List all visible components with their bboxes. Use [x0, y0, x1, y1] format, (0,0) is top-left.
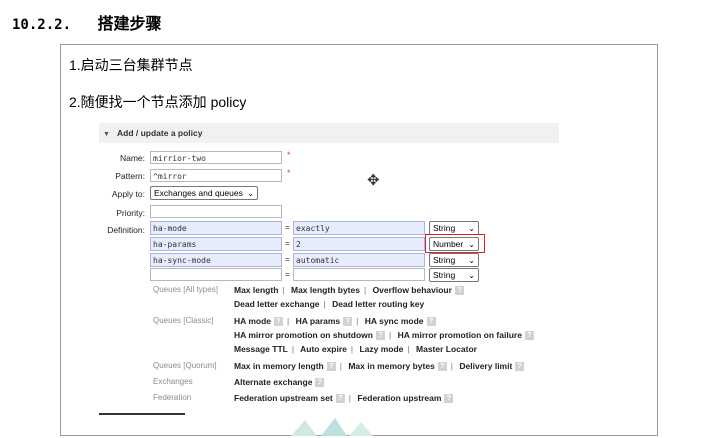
help-icon[interactable]: ?: [274, 317, 283, 327]
category-label: Queues [Quorum]: [153, 361, 217, 370]
divider: [99, 413, 185, 415]
definition-label: Definition:: [107, 225, 145, 235]
step-1-text: 1.启动三台集群节点: [69, 57, 193, 73]
option-link[interactable]: Alternate exchange?: [234, 377, 325, 388]
definition-key-input[interactable]: [150, 268, 282, 281]
screenshot-frame: 1.启动三台集群节点 2.随便找一个节点添加 policy ▼ Add / up…: [60, 44, 658, 436]
definition-key-input[interactable]: ha-mode: [150, 221, 282, 235]
priority-label: Priority:: [116, 208, 145, 218]
number-type-highlight: [425, 234, 485, 253]
equals-sign: =: [285, 223, 290, 232]
option-link[interactable]: Max length bytes: [291, 285, 360, 295]
chevron-down-icon: ⌄: [468, 256, 475, 265]
option-link[interactable]: HA mode?: [234, 316, 283, 327]
section-number: 10.2.2.: [12, 17, 72, 33]
help-icon[interactable]: ?: [515, 362, 525, 372]
category-label: Exchanges: [153, 377, 193, 386]
option-line: Federation upstream set? | Federation ups…: [234, 393, 454, 404]
help-icon[interactable]: ?: [315, 378, 325, 388]
equals-sign: =: [285, 255, 290, 264]
definition-type-value: String: [433, 270, 456, 280]
option-link[interactable]: Dead letter routing key: [332, 299, 424, 309]
name-required-mark: *: [287, 150, 291, 160]
option-line: HA mirror promotion on shutdown? | HA mir…: [234, 330, 534, 341]
category-label: Federation: [153, 393, 192, 402]
option-line: Max in memory length? | Max in memory byt…: [234, 361, 525, 372]
definition-value-input[interactable]: automatic: [293, 253, 425, 267]
definition-type-value: String: [433, 223, 456, 233]
option-link[interactable]: Federation upstream?: [357, 393, 454, 404]
equals-sign: =: [285, 239, 290, 248]
step-2-text: 2.随便找一个节点添加 policy: [69, 94, 247, 110]
option-line: Message TTL | Auto expire | Lazy mode | Mas…: [234, 344, 477, 354]
option-link[interactable]: Master Locator: [416, 344, 477, 354]
name-label: Name:: [119, 153, 145, 163]
option-link[interactable]: HA params?: [296, 316, 353, 327]
equals-sign: =: [285, 270, 290, 279]
section-heading: 10.2.2. 搭建步骤: [12, 10, 161, 34]
option-link[interactable]: HA mirror promotion on failure?: [398, 330, 534, 341]
help-icon[interactable]: ?: [437, 362, 447, 372]
name-input[interactable]: mirrior-two: [150, 151, 282, 164]
triangle-down-icon: ▼: [103, 131, 110, 138]
policy-panel-title: Add / update a policy: [116, 128, 203, 138]
apply-to-label: Apply to:: [111, 189, 145, 199]
section-title: 搭建步骤: [97, 16, 162, 33]
definition-key-input[interactable]: ha-params: [150, 237, 282, 251]
watermark-logo-fragment: [291, 418, 373, 436]
help-icon[interactable]: ?: [444, 394, 454, 404]
apply-to-select[interactable]: Exchanges and queues ⌄: [150, 186, 258, 200]
help-icon[interactable]: ?: [375, 331, 385, 341]
option-link[interactable]: Auto expire: [300, 344, 347, 354]
category-label: Queues [Classic]: [153, 316, 214, 325]
help-icon[interactable]: ?: [524, 331, 534, 341]
option-link[interactable]: Federation upstream set?: [234, 393, 345, 404]
option-line: Dead letter exchange | Dead letter routin…: [234, 299, 425, 309]
help-icon[interactable]: ?: [454, 286, 464, 296]
option-link[interactable]: Dead letter exchange: [234, 299, 320, 309]
apply-to-value: Exchanges and queues: [154, 188, 243, 198]
definition-value-input[interactable]: exactly: [293, 221, 425, 235]
policy-panel-header[interactable]: ▼ Add / update a policy: [99, 123, 559, 143]
option-line: Max length | Max length bytes | Overflow b…: [234, 285, 464, 296]
priority-input[interactable]: [150, 205, 282, 218]
option-link[interactable]: HA sync mode?: [365, 316, 436, 327]
definition-type-select[interactable]: String ⌄: [429, 221, 479, 235]
pattern-label: Pattern:: [115, 171, 145, 181]
option-line: HA mode? | HA params? | HA sync mode?: [234, 316, 436, 327]
definition-type-value: String: [433, 255, 456, 265]
option-link[interactable]: Overflow behaviour?: [373, 285, 464, 296]
definition-type-select[interactable]: String ⌄: [429, 268, 479, 282]
option-link[interactable]: Lazy mode: [359, 344, 403, 354]
option-link[interactable]: Max length: [234, 285, 278, 295]
definition-type-select[interactable]: String ⌄: [429, 253, 479, 267]
pattern-required-mark: *: [287, 168, 291, 178]
option-link[interactable]: Max in memory bytes?: [348, 361, 447, 372]
help-icon[interactable]: ?: [343, 317, 353, 327]
category-label: Queues [All types]: [153, 285, 218, 294]
option-line: Alternate exchange?: [234, 377, 325, 388]
chevron-down-icon: ⌄: [247, 189, 254, 198]
help-icon[interactable]: ?: [335, 394, 345, 404]
definition-key-input[interactable]: ha-sync-mode: [150, 253, 282, 267]
option-link[interactable]: HA mirror promotion on shutdown?: [234, 330, 385, 341]
option-link[interactable]: Message TTL: [234, 344, 288, 354]
help-icon[interactable]: ?: [426, 317, 436, 327]
chevron-down-icon: ⌄: [468, 271, 475, 280]
help-icon[interactable]: ?: [326, 362, 336, 372]
option-link[interactable]: Max in memory length?: [234, 361, 336, 372]
definition-value-input[interactable]: 2: [293, 237, 425, 251]
move-cursor-icon: ✥: [367, 172, 380, 189]
option-link[interactable]: Delivery limit?: [459, 361, 525, 372]
pattern-input[interactable]: ^mirror: [150, 169, 282, 182]
definition-value-input[interactable]: [293, 268, 425, 281]
